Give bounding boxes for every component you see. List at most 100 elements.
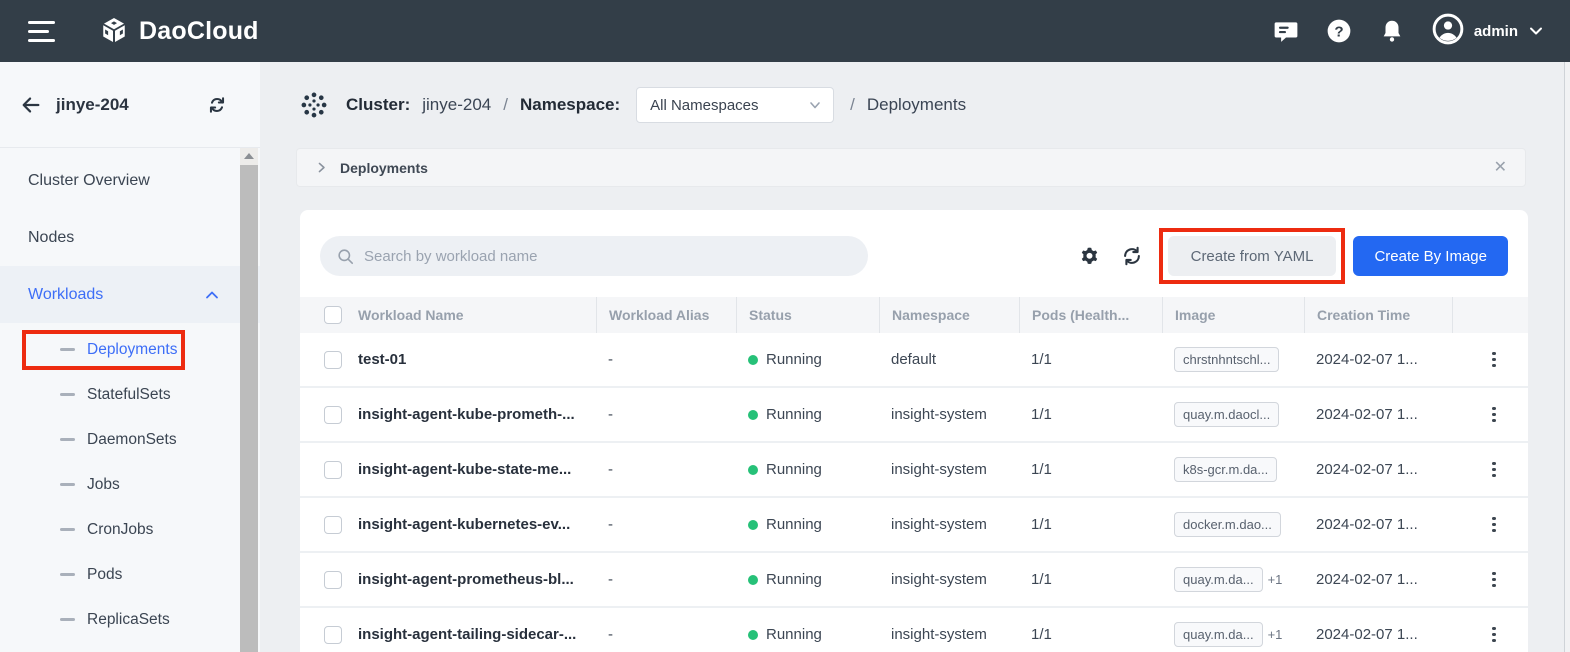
column-creation-time[interactable]: Creation Time xyxy=(1304,297,1452,333)
row-checkbox[interactable] xyxy=(324,571,342,589)
help-icon[interactable]: ? xyxy=(1326,18,1352,44)
row-actions-kebab-icon[interactable] xyxy=(1488,623,1500,647)
sidebar: jinye-204 Cluster Overview Nodes Workloa… xyxy=(0,62,260,652)
row-actions-kebab-icon[interactable] xyxy=(1488,513,1500,537)
sidebar-item-label: Jobs xyxy=(87,476,120,494)
row-actions-kebab-icon[interactable] xyxy=(1488,458,1500,482)
column-pods[interactable]: Pods (Health... xyxy=(1019,297,1162,333)
table-row: test-01-Runningdefault1/1chrstnhntschl..… xyxy=(300,333,1528,388)
page-scrollbar[interactable] xyxy=(1564,62,1570,652)
sidebar-item-nodes[interactable]: Nodes xyxy=(0,209,260,266)
search-box xyxy=(320,236,868,276)
workload-alias-cell: - xyxy=(596,461,736,478)
row-checkbox[interactable] xyxy=(324,516,342,534)
sidebar-item-label: Deployments xyxy=(87,341,177,359)
image-extra-count: +1 xyxy=(1268,627,1283,642)
row-actions-kebab-icon[interactable] xyxy=(1488,568,1500,592)
actions-cell xyxy=(1452,568,1528,592)
image-cell: docker.m.dao... xyxy=(1162,512,1304,537)
create-from-yaml-button[interactable]: Create from YAML xyxy=(1168,236,1337,276)
search-input[interactable] xyxy=(364,248,852,265)
workload-name-link[interactable]: insight-agent-tailing-sidecar-... xyxy=(358,626,576,643)
row-checkbox[interactable] xyxy=(324,351,342,369)
workload-name-cell: test-01 xyxy=(346,351,596,368)
namespace-label: Namespace: xyxy=(520,95,620,115)
workload-name-link[interactable]: test-01 xyxy=(358,351,406,368)
sidebar-item-cluster-overview[interactable]: Cluster Overview xyxy=(0,152,260,209)
dash-icon xyxy=(60,573,75,576)
row-checkbox[interactable] xyxy=(324,406,342,424)
creation-time-cell: 2024-02-07 1... xyxy=(1304,571,1452,588)
dash-icon xyxy=(60,348,75,351)
image-chip: quay.m.daocl... xyxy=(1174,402,1279,427)
sidebar-item-daemonsets[interactable]: DaemonSets xyxy=(0,417,260,462)
notifications-icon[interactable] xyxy=(1379,18,1405,44)
messages-icon[interactable] xyxy=(1273,18,1299,44)
scroll-up-arrow-icon[interactable] xyxy=(240,148,258,164)
sidebar-item-pods[interactable]: Pods xyxy=(0,552,260,597)
row-checkbox[interactable] xyxy=(324,626,342,644)
sidebar-item-label: StatefulSets xyxy=(87,386,171,404)
sidebar-item-cronjobs[interactable]: CronJobs xyxy=(0,507,260,552)
status-cell: Running xyxy=(736,626,879,643)
settings-gear-icon[interactable] xyxy=(1077,244,1102,269)
workload-alias-cell: - xyxy=(596,516,736,533)
column-namespace[interactable]: Namespace xyxy=(879,297,1019,333)
close-icon[interactable]: ✕ xyxy=(1494,160,1507,176)
sidebar-item-workloads[interactable]: Workloads xyxy=(0,266,260,323)
row-checkbox[interactable] xyxy=(324,461,342,479)
table-row: insight-agent-kube-state-me...-Runningin… xyxy=(300,443,1528,498)
dash-icon xyxy=(60,393,75,396)
workload-name-cell: insight-agent-prometheus-bl... xyxy=(346,571,596,588)
sidebar-item-jobs[interactable]: Jobs xyxy=(0,462,260,507)
sidebar-scrollbar-thumb[interactable] xyxy=(240,165,258,652)
namespace-cell: insight-system xyxy=(879,571,1019,588)
sidebar-item-label: Pods xyxy=(87,566,122,584)
workload-alias-cell: - xyxy=(596,571,736,588)
back-button[interactable] xyxy=(20,94,42,116)
workload-name-link[interactable]: insight-agent-kube-state-me... xyxy=(358,461,571,478)
deployments-collapse-panel[interactable]: Deployments ✕ xyxy=(296,148,1526,187)
status-dot xyxy=(748,630,758,640)
column-workload-alias[interactable]: Workload Alias xyxy=(596,297,736,333)
sidebar-scrollbar[interactable] xyxy=(240,148,258,652)
pods-cell: 1/1 xyxy=(1019,351,1162,368)
create-by-image-button[interactable]: Create By Image xyxy=(1353,236,1508,276)
image-cell: quay.m.daocl... xyxy=(1162,402,1304,427)
dash-icon xyxy=(60,483,75,486)
workload-name-link[interactable]: insight-agent-prometheus-bl... xyxy=(358,571,574,588)
brand-logo[interactable]: DaoCloud xyxy=(99,16,259,46)
status-dot xyxy=(748,355,758,365)
workloads-submenu: Deployments StatefulSets DaemonSets Jobs Cro… xyxy=(0,323,260,642)
column-image[interactable]: Image xyxy=(1162,297,1304,333)
main-content: Cluster: jinye-204 / Namespace: All Name… xyxy=(260,62,1570,652)
status-cell: Running xyxy=(736,571,879,588)
namespace-cell: default xyxy=(879,351,1019,368)
sidebar-item-deployments[interactable]: Deployments xyxy=(0,327,260,372)
image-chip: chrstnhntschl... xyxy=(1174,347,1279,372)
cluster-value[interactable]: jinye-204 xyxy=(422,95,491,115)
switch-cluster-icon[interactable] xyxy=(206,94,228,116)
row-actions-kebab-icon[interactable] xyxy=(1488,348,1500,372)
creation-time-cell: 2024-02-07 1... xyxy=(1304,406,1452,423)
sidebar-item-statefulsets[interactable]: StatefulSets xyxy=(0,372,260,417)
namespace-select[interactable]: All Namespaces xyxy=(636,87,834,123)
workload-name-cell: insight-agent-kube-state-me... xyxy=(346,461,596,478)
select-all-checkbox[interactable] xyxy=(324,306,342,324)
breadcrumb: Cluster: jinye-204 / Namespace: All Name… xyxy=(260,62,1570,148)
user-menu[interactable]: admin xyxy=(1432,13,1544,50)
avatar-icon xyxy=(1432,13,1464,50)
column-workload-name[interactable]: Workload Name xyxy=(346,297,596,333)
workload-name-link[interactable]: insight-agent-kubernetes-ev... xyxy=(358,516,570,533)
workload-name-link[interactable]: insight-agent-kube-prometh-... xyxy=(358,406,575,423)
refresh-icon[interactable] xyxy=(1119,243,1145,269)
image-chip: quay.m.da... xyxy=(1174,622,1263,647)
namespace-cell: insight-system xyxy=(879,516,1019,533)
row-actions-kebab-icon[interactable] xyxy=(1488,403,1500,427)
menu-icon[interactable] xyxy=(24,17,59,46)
search-icon xyxy=(336,247,355,266)
sidebar-item-replicasets[interactable]: ReplicaSets xyxy=(0,597,260,642)
column-status[interactable]: Status xyxy=(736,297,879,333)
brand-name: DaoCloud xyxy=(139,17,259,46)
sidebar-cluster-name: jinye-204 xyxy=(56,95,129,115)
